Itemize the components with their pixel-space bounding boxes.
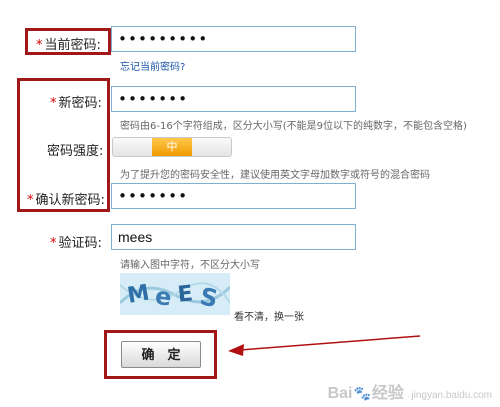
forgot-password-link[interactable]: 忘记当前密码? [120,58,185,73]
svg-text:S: S [198,282,221,313]
svg-text:E: E [176,281,194,307]
strength-hint: 为了提升您的密码安全性，建议使用英文字母加数字或符号的混合密码 [120,170,430,181]
current-password-field[interactable]: ••••••••• [111,26,356,52]
password-strength-meter: 中 [112,137,232,157]
paw-icon: 🐾 [353,385,371,401]
new-password-field[interactable]: ••••••• [111,86,356,112]
svg-text:M: M [125,281,151,309]
captcha-graphic: M e E S [120,281,230,313]
highlight-box-new-password-group [17,78,110,212]
highlight-box-current-password [25,28,111,55]
captcha-hint: 请输入图中字符，不区分大小写 [120,260,260,271]
captcha-image[interactable]: M e E S [120,273,230,315]
password-rule-hint: 密码由6-16个字符组成，区分大小写(不能是9位以下的纯数字，不能包含空格) [120,121,467,132]
required-mark: * [50,236,57,251]
baidu-jingyan-watermark: Bai🐾经验 jingyan.baidu.com [327,385,492,402]
confirm-password-field[interactable]: ••••••• [111,183,356,209]
strength-level-medium: 中 [152,138,192,156]
highlight-box-confirm-button [104,330,217,379]
refresh-captcha-link[interactable]: 看不清，换一张 [234,308,304,323]
svg-text:e: e [153,282,173,312]
captcha-input[interactable]: mees [111,224,356,250]
captcha-label: * 验证码: [50,236,102,251]
